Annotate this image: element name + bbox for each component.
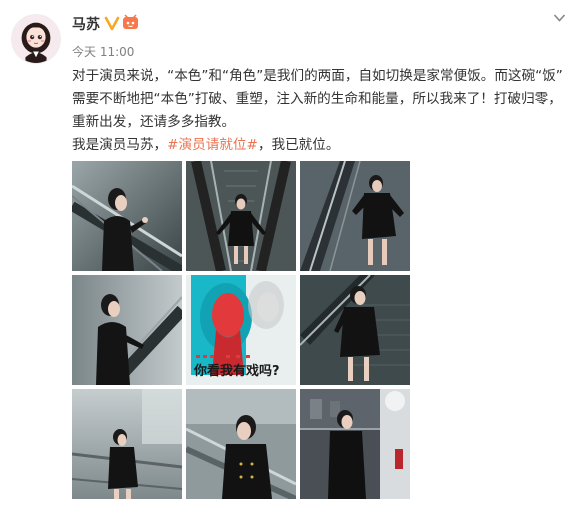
photo-escalator-front[interactable] [186,161,296,271]
photo-poster[interactable]: 你看我有戏吗? [186,275,296,385]
member-badge-icon[interactable] [122,14,139,31]
photo-escalator-pose[interactable] [300,161,410,271]
post-text-fragment: 我是演员马苏， [72,137,168,153]
post-text-fragment: ，我已就位。 [257,137,340,153]
chevron-down-icon[interactable] [553,13,566,23]
post-line: 对于演员来说，“本色”和“角色”是我们的两面，自如切换是家常便饭。而这碗“饭” [72,68,563,84]
photo-escalator-down[interactable] [300,275,410,385]
avatar[interactable] [11,14,61,64]
verified-icon [104,16,120,31]
photo-glass-railing[interactable] [72,389,182,499]
post-line: 重新出发，还请多多指教。 [72,114,236,130]
post-time[interactable]: 今天 11:00 [72,43,134,60]
photo-escalator-side-2[interactable] [72,275,182,385]
poster-headline: 你看我有戏吗? [193,363,280,379]
photo-mall-atrium[interactable] [300,389,410,499]
photo-escalator-side-1[interactable] [72,161,182,271]
post-line: 我是演员马苏，#演员请就位#，我已就位。 [72,134,574,157]
hashtag-link[interactable]: #演员请就位# [167,137,258,153]
weibo-post-card: 马苏 今天 11:00 对于演员来说，“本色”和“角色”是我们的两面，自如切换是… [0,0,581,511]
post-text: 对于演员来说，“本色”和“角色”是我们的两面，自如切换是家常便饭。而这碗“饭” … [72,65,574,157]
username[interactable]: 马苏 [72,14,100,34]
photo-glass-closeup[interactable] [186,389,296,499]
post-line: 需要不断地把“本色”打破、重塑，注入新的生命和能量，所以我来了！打破归零， [72,91,562,107]
